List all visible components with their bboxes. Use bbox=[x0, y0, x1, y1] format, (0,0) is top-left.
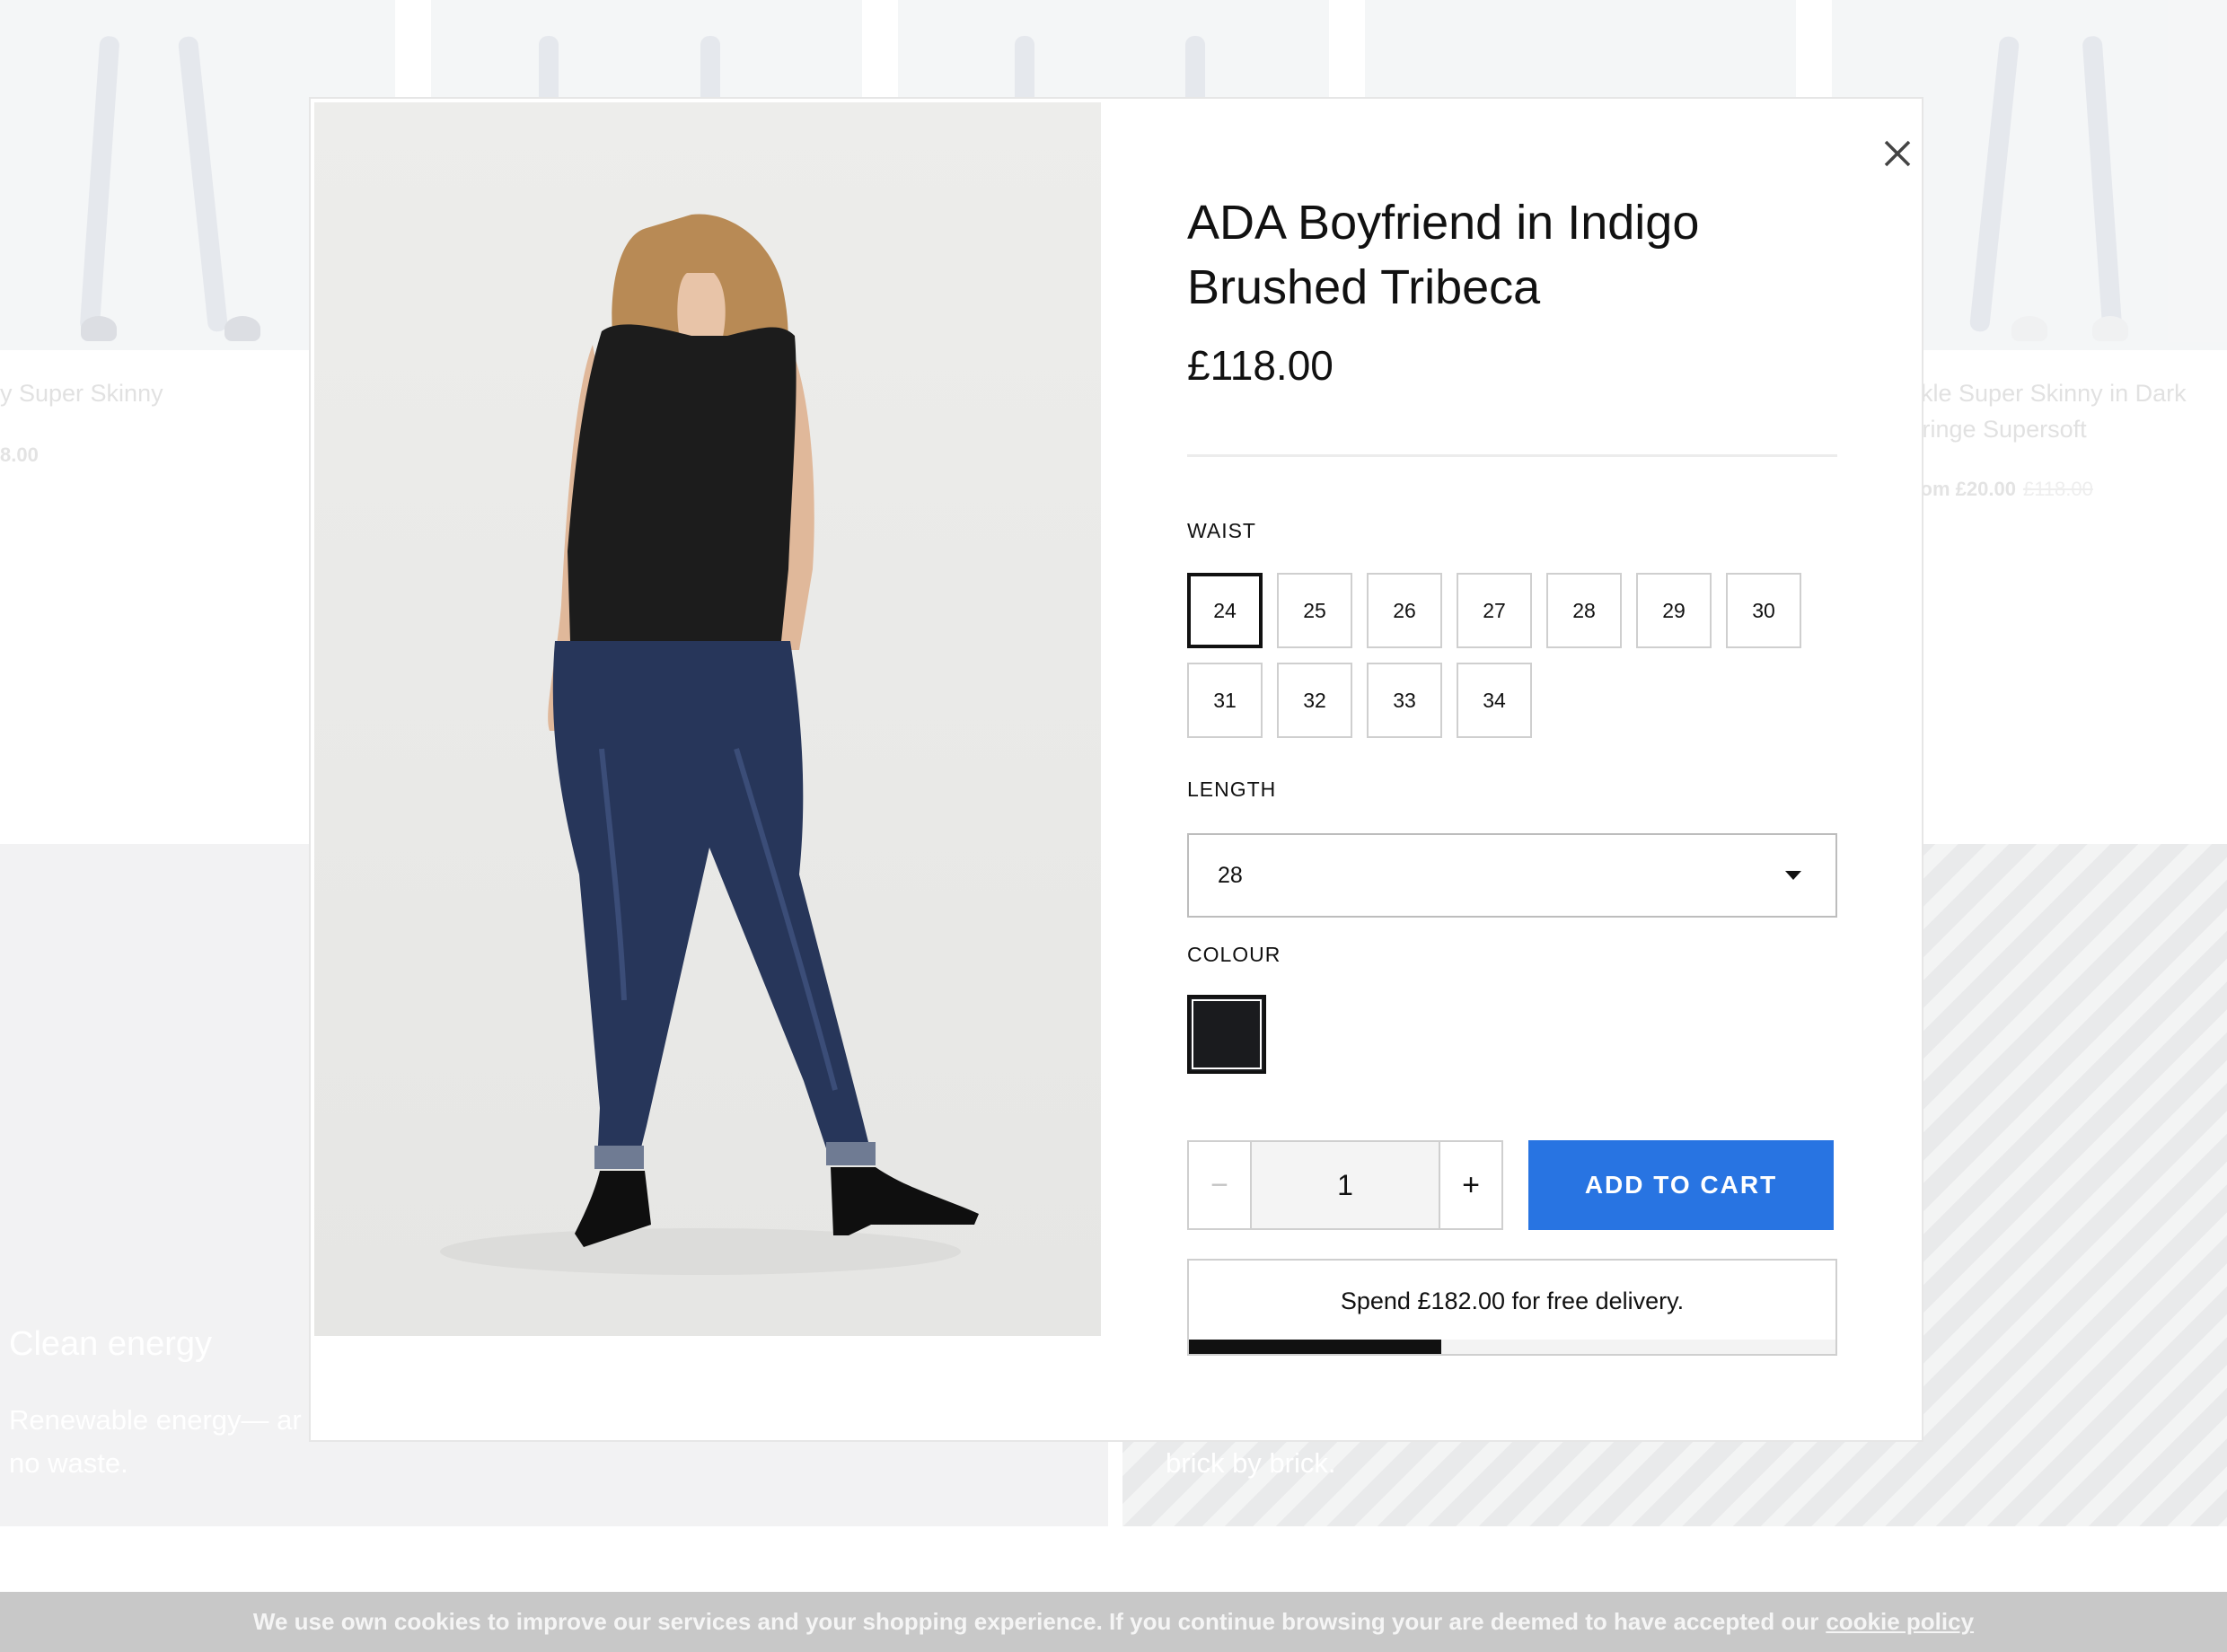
waist-option-24[interactable]: 24 bbox=[1187, 573, 1263, 648]
quantity-decrease-button[interactable]: − bbox=[1189, 1142, 1252, 1228]
colour-swatch[interactable] bbox=[1187, 995, 1266, 1074]
waist-option-34[interactable]: 34 bbox=[1457, 663, 1532, 738]
product-title: ADA Boyfriend in Indigo Brushed Tribeca bbox=[1187, 196, 1700, 314]
length-label: LENGTH bbox=[1187, 778, 1277, 801]
free-delivery-text: Spend £182.00 for free delivery. bbox=[1340, 1287, 1685, 1314]
quantity-stepper: − 1 + bbox=[1187, 1140, 1503, 1230]
model-photo bbox=[440, 214, 979, 1275]
quantity-input[interactable]: 1 bbox=[1252, 1142, 1439, 1228]
waist-option-31[interactable]: 31 bbox=[1187, 663, 1263, 738]
waist-option-29[interactable]: 29 bbox=[1636, 573, 1712, 648]
length-select[interactable]: 28 bbox=[1187, 833, 1837, 918]
waist-option-27[interactable]: 27 bbox=[1457, 573, 1532, 648]
free-delivery-box: Spend £182.00 for free delivery. bbox=[1187, 1259, 1837, 1356]
divider bbox=[1187, 454, 1837, 457]
length-selected-value: 28 bbox=[1218, 862, 1243, 888]
product-price: £118.00 bbox=[1187, 342, 1334, 389]
waist-option-32[interactable]: 32 bbox=[1277, 663, 1352, 738]
waist-option-33[interactable]: 33 bbox=[1367, 663, 1442, 738]
cookie-text: We use own cookies to improve our servic… bbox=[252, 1608, 1819, 1635]
product-image bbox=[314, 102, 1101, 1336]
waist-option-30[interactable]: 30 bbox=[1726, 573, 1801, 648]
quick-view-modal: ADA Boyfriend in Indigo Brushed Tribeca … bbox=[309, 97, 1923, 1442]
waist-option-26[interactable]: 26 bbox=[1367, 573, 1442, 648]
cookie-banner: We use own cookies to improve our servic… bbox=[0, 1592, 2227, 1652]
free-delivery-progress bbox=[1189, 1340, 1835, 1354]
cookie-policy-link[interactable]: cookie policy bbox=[1826, 1608, 1974, 1636]
waist-option-25[interactable]: 25 bbox=[1277, 573, 1352, 648]
colour-label: COLOUR bbox=[1187, 943, 1281, 966]
add-to-cart-button[interactable]: ADD TO CART bbox=[1528, 1140, 1834, 1230]
close-button[interactable] bbox=[1871, 127, 1923, 180]
waist-label: WAIST bbox=[1187, 519, 1256, 542]
waist-option-28[interactable]: 28 bbox=[1546, 573, 1622, 648]
free-delivery-progress-fill bbox=[1189, 1340, 1441, 1354]
close-icon bbox=[1884, 140, 1911, 167]
quantity-increase-button[interactable]: + bbox=[1439, 1142, 1501, 1228]
caret-down-icon bbox=[1785, 871, 1801, 880]
